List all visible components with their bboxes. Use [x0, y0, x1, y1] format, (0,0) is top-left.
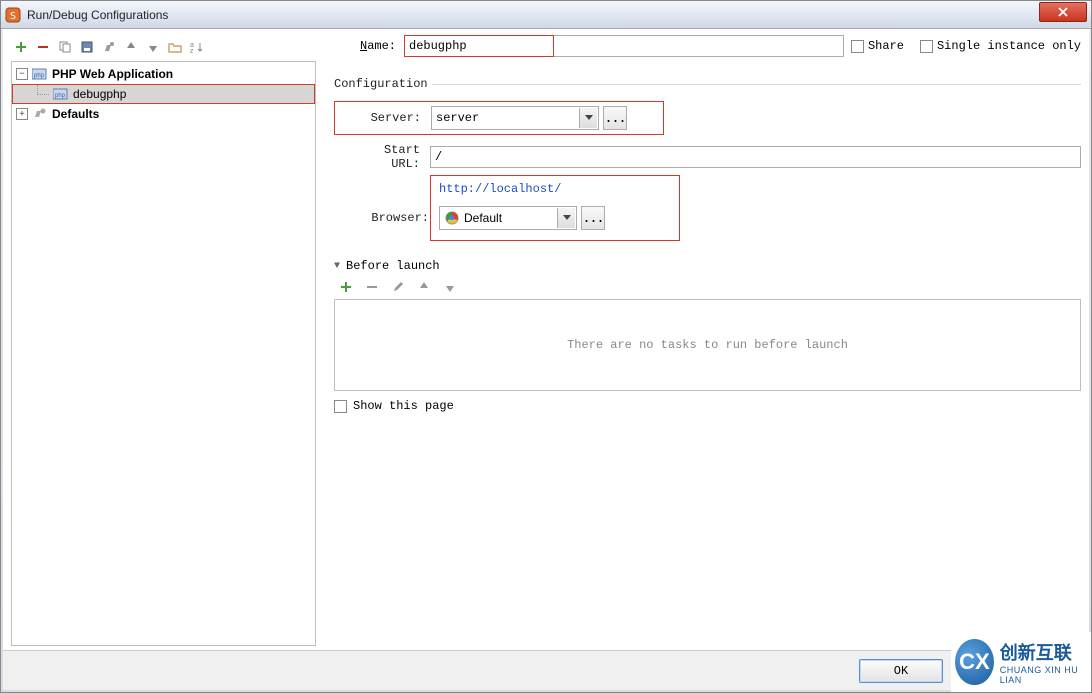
edit-defaults-button[interactable]	[101, 39, 117, 55]
name-input-ext[interactable]	[554, 35, 844, 57]
show-page-label: Show this page	[353, 399, 454, 413]
before-launch-header[interactable]: ▼ Before launch	[334, 259, 1081, 273]
bl-up-button[interactable]	[416, 279, 432, 295]
ok-button[interactable]: OK	[859, 659, 943, 683]
name-label: Name:	[334, 39, 404, 53]
sort-button[interactable]: az	[189, 39, 205, 55]
before-launch-label: Before launch	[346, 259, 440, 273]
button-bar: OK Cancel A	[3, 650, 1089, 690]
tree-label: debugphp	[73, 87, 126, 101]
server-browse-button[interactable]: ...	[603, 106, 627, 130]
configuration-legend: Configuration	[334, 77, 432, 91]
browser-section: http://localhost/ Browser: Default ...	[430, 175, 680, 241]
checkbox-icon	[920, 40, 933, 53]
share-label: Share	[868, 39, 904, 53]
expand-icon[interactable]: −	[16, 68, 28, 80]
server-value: server	[436, 111, 479, 125]
checkbox-icon	[334, 400, 347, 413]
tree-label: PHP Web Application	[52, 67, 173, 81]
move-down-button[interactable]	[145, 39, 161, 55]
svg-text:php: php	[34, 73, 45, 79]
apply-button[interactable]: A	[1047, 659, 1077, 683]
config-tree[interactable]: − php PHP Web Application php debugphp +…	[11, 61, 316, 646]
main-area: az − php PHP Web Application php debugph…	[3, 29, 1089, 650]
close-button[interactable]	[1039, 2, 1087, 22]
start-url-row: Start URL:	[334, 143, 1081, 171]
folder-button[interactable]	[167, 39, 183, 55]
tree-label: Defaults	[52, 107, 99, 121]
start-url-input[interactable]	[430, 146, 1081, 168]
tree-node-php-web-app[interactable]: − php PHP Web Application	[12, 64, 315, 84]
name-row: Name: Share Single instance only	[334, 35, 1081, 57]
bl-remove-button[interactable]	[364, 279, 380, 295]
url-preview-text: http://localhost/	[439, 182, 561, 196]
svg-text:S: S	[10, 11, 16, 22]
server-dropdown[interactable]: server	[431, 106, 599, 130]
share-checkbox[interactable]: Share	[851, 39, 904, 53]
dialog-body: az − php PHP Web Application php debugph…	[3, 29, 1089, 690]
dropdown-arrow-icon	[557, 208, 575, 228]
tree-connector	[37, 85, 49, 95]
browser-dropdown[interactable]: Default	[439, 206, 577, 230]
configuration-fieldset: Configuration Server: server ... Start U…	[334, 77, 1081, 247]
server-label: Server:	[351, 111, 431, 125]
bl-edit-button[interactable]	[390, 279, 406, 295]
save-config-button[interactable]	[79, 39, 95, 55]
php-config-icon: php	[53, 86, 69, 102]
copy-config-button[interactable]	[57, 39, 73, 55]
bl-down-button[interactable]	[442, 279, 458, 295]
php-web-icon: php	[32, 66, 48, 82]
single-instance-label: Single instance only	[937, 39, 1081, 53]
expand-icon[interactable]: +	[16, 108, 28, 120]
bl-add-button[interactable]	[338, 279, 354, 295]
tree-node-defaults[interactable]: + Defaults	[12, 104, 315, 124]
dropdown-arrow-icon	[579, 108, 597, 128]
name-input[interactable]	[404, 35, 554, 57]
add-config-button[interactable]	[13, 39, 29, 55]
browser-label: Browser:	[343, 211, 439, 225]
browser-browse-button[interactable]: ...	[581, 206, 605, 230]
checkbox-icon	[851, 40, 864, 53]
chrome-icon	[444, 210, 460, 226]
dialog-window: S Run/Debug Configurations az	[0, 0, 1092, 693]
show-page-checkbox[interactable]: Show this page	[334, 399, 1081, 413]
window-title: Run/Debug Configurations	[27, 8, 1039, 22]
svg-text:z: z	[190, 48, 194, 53]
browser-value: Default	[464, 211, 502, 225]
no-tasks-text: There are no tasks to run before launch	[567, 338, 848, 352]
before-launch-area[interactable]: There are no tasks to run before launch	[334, 299, 1081, 391]
move-up-button[interactable]	[123, 39, 139, 55]
left-panel: az − php PHP Web Application php debugph…	[11, 35, 316, 646]
svg-text:php: php	[55, 93, 66, 99]
tree-node-debugphp[interactable]: php debugphp	[12, 84, 315, 104]
app-icon: S	[5, 7, 21, 23]
disclosure-icon: ▼	[334, 261, 340, 272]
titlebar[interactable]: S Run/Debug Configurations	[1, 1, 1091, 29]
single-instance-checkbox[interactable]: Single instance only	[920, 39, 1081, 53]
config-toolbar: az	[11, 35, 316, 59]
cancel-button[interactable]: Cancel	[953, 659, 1037, 683]
defaults-icon	[32, 106, 48, 122]
before-launch-toolbar	[334, 277, 1081, 299]
url-preview-row: http://localhost/	[439, 182, 671, 196]
browser-row: Browser: Default ...	[343, 206, 671, 230]
start-url-label: Start URL:	[350, 143, 430, 171]
right-panel: Name: Share Single instance only	[316, 35, 1081, 646]
server-row: Server: server ...	[334, 101, 664, 135]
remove-config-button[interactable]	[35, 39, 51, 55]
